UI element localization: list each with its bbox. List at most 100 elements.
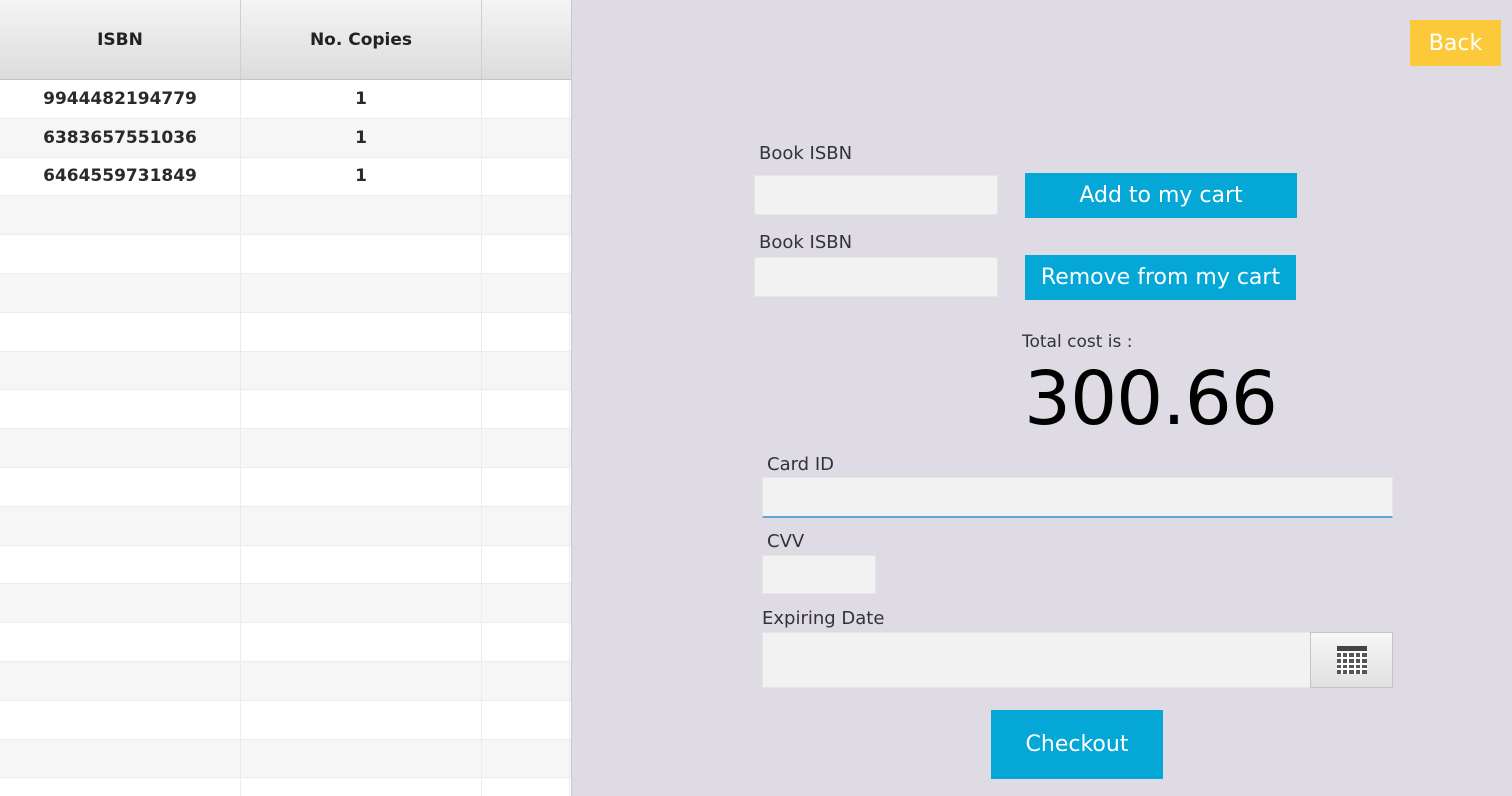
- cart-table: ISBN No. Copies 9944482194779 1 6383657551…: [0, 0, 572, 796]
- copies-cell: 1: [241, 118, 482, 157]
- copies-cell: [241, 273, 482, 312]
- isbn-cell: [0, 700, 241, 739]
- copies-cell: [241, 778, 482, 796]
- card-id-input[interactable]: [762, 477, 1393, 518]
- table-row[interactable]: 6464559731849 1: [0, 157, 571, 197]
- copies-cell: [241, 661, 482, 700]
- table-row[interactable]: [0, 584, 571, 624]
- table-row[interactable]: [0, 196, 571, 236]
- expiry-date-label: Expiring Date: [762, 608, 885, 629]
- expiry-date-input[interactable]: [762, 632, 1311, 688]
- isbn-cell: [0, 739, 241, 778]
- isbn-cell: 6383657551036: [0, 118, 241, 157]
- table-body: 9944482194779 1 6383657551036 1 646455973184…: [0, 80, 571, 796]
- cvv-input[interactable]: [762, 555, 876, 594]
- isbn-cell: [0, 661, 241, 700]
- table-row[interactable]: 6383657551036 1: [0, 118, 571, 158]
- filler-cell: [482, 80, 570, 118]
- copies-cell: [241, 429, 482, 467]
- column-header-copies[interactable]: No. Copies: [241, 0, 482, 79]
- table-row[interactable]: 9944482194779 1: [0, 80, 571, 119]
- table-row[interactable]: [0, 312, 571, 352]
- filler-cell: [482, 157, 570, 196]
- isbn-cell: 9944482194779: [0, 80, 241, 118]
- isbn-cell: [0, 235, 241, 273]
- copies-cell: [241, 623, 482, 661]
- filler-cell: [482, 351, 570, 390]
- filler-cell: [482, 312, 570, 351]
- filler-cell: [482, 467, 570, 506]
- copies-cell: [241, 235, 482, 273]
- copies-cell: [241, 196, 482, 235]
- cvv-label: CVV: [767, 531, 805, 552]
- add-to-cart-button[interactable]: Add to my cart: [1025, 173, 1297, 218]
- isbn-cell: [0, 351, 241, 390]
- filler-cell: [482, 661, 570, 700]
- isbn-cell: [0, 273, 241, 312]
- isbn-cell: [0, 467, 241, 506]
- filler-cell: [482, 273, 570, 312]
- isbn-cell: [0, 429, 241, 467]
- total-cost-label: Total cost is :: [1022, 332, 1133, 352]
- copies-cell: [241, 700, 482, 739]
- back-button[interactable]: Back: [1410, 20, 1501, 66]
- isbn-cell: [0, 506, 241, 545]
- date-picker-button[interactable]: [1310, 632, 1393, 688]
- remove-isbn-label: Book ISBN: [759, 232, 853, 253]
- filler-cell: [482, 390, 570, 429]
- copies-cell: 1: [241, 80, 482, 118]
- isbn-cell: [0, 584, 241, 623]
- isbn-cell: [0, 312, 241, 351]
- table-row[interactable]: [0, 700, 571, 740]
- copies-cell: [241, 351, 482, 390]
- table-row[interactable]: [0, 623, 571, 662]
- copies-cell: [241, 506, 482, 545]
- isbn-cell: [0, 545, 241, 584]
- filler-cell: [482, 584, 570, 623]
- filler-cell: [482, 506, 570, 545]
- filler-cell: [482, 700, 570, 739]
- filler-cell: [482, 235, 570, 273]
- table-header: ISBN No. Copies: [0, 0, 571, 80]
- table-row[interactable]: [0, 545, 571, 585]
- copies-cell: 1: [241, 157, 482, 196]
- filler-cell: [482, 429, 570, 467]
- copies-cell: [241, 390, 482, 429]
- filler-cell: [482, 778, 570, 796]
- isbn-cell: [0, 623, 241, 661]
- remove-isbn-input[interactable]: [754, 257, 998, 297]
- isbn-cell: 6464559731849: [0, 157, 241, 196]
- total-cost-value: 300.66: [1024, 356, 1278, 442]
- filler-cell: [482, 118, 570, 157]
- card-id-label: Card ID: [767, 454, 834, 475]
- filler-cell: [482, 739, 570, 778]
- copies-cell: [241, 312, 482, 351]
- add-isbn-input[interactable]: [754, 175, 998, 215]
- filler-cell: [482, 196, 570, 235]
- isbn-cell: [0, 196, 241, 235]
- calendar-icon: [1336, 646, 1367, 674]
- table-row[interactable]: [0, 739, 571, 779]
- table-row[interactable]: [0, 390, 571, 430]
- copies-cell: [241, 739, 482, 778]
- table-row[interactable]: [0, 661, 571, 701]
- add-isbn-label: Book ISBN: [759, 143, 853, 164]
- column-header-filler: [482, 0, 570, 79]
- copies-cell: [241, 584, 482, 623]
- isbn-cell: [0, 390, 241, 429]
- table-row[interactable]: [0, 351, 571, 391]
- checkout-button[interactable]: Checkout: [991, 710, 1163, 779]
- table-row[interactable]: [0, 273, 571, 313]
- copies-cell: [241, 467, 482, 506]
- filler-cell: [482, 545, 570, 584]
- table-row[interactable]: [0, 235, 571, 274]
- column-header-isbn[interactable]: ISBN: [0, 0, 241, 79]
- table-row[interactable]: [0, 467, 571, 507]
- remove-from-cart-button[interactable]: Remove from my cart: [1025, 255, 1296, 300]
- table-row[interactable]: [0, 429, 571, 468]
- filler-cell: [482, 623, 570, 661]
- isbn-cell: [0, 778, 241, 796]
- table-row[interactable]: [0, 506, 571, 546]
- copies-cell: [241, 545, 482, 584]
- table-row[interactable]: [0, 778, 571, 796]
